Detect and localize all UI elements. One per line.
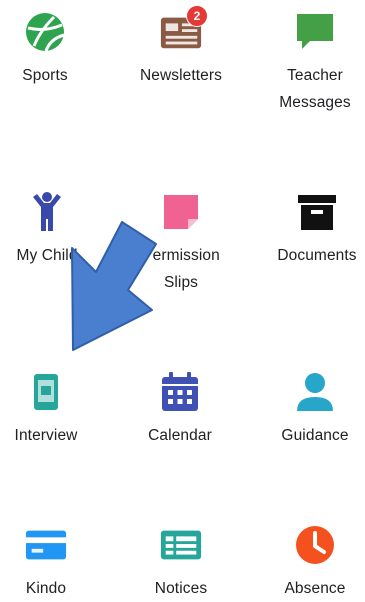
tile-teacher-messages[interactable]: Teacher Messages [254, 10, 365, 116]
tile-permission-slips[interactable]: Permission Slips [120, 190, 242, 296]
notice-board-icon [159, 523, 203, 567]
person-icon [293, 370, 337, 414]
child-icon [25, 190, 69, 234]
tile-label: Permission Slips [142, 247, 220, 291]
tile-label: Calendar [148, 427, 212, 444]
tile-label: Documents [277, 247, 357, 264]
tile-label: Teacher Messages [279, 67, 351, 111]
tile-guidance[interactable]: Guidance [254, 370, 365, 449]
archive-box-icon [295, 190, 339, 234]
sports-ball-icon [23, 10, 67, 54]
calendar-icon [158, 370, 202, 414]
tile-absence[interactable]: Absence [254, 523, 365, 602]
tile-label: Sports [22, 67, 68, 84]
tile-label: Absence [284, 580, 346, 597]
tile-interview[interactable]: Interview [0, 370, 107, 449]
tablet-icon [24, 370, 68, 414]
chat-bubble-icon [293, 10, 337, 54]
tile-calendar[interactable]: Calendar [119, 370, 241, 449]
unread-count-badge: 2 [186, 5, 208, 27]
sticky-note-icon [159, 190, 203, 234]
tile-notices[interactable]: Notices [120, 523, 242, 602]
credit-card-icon [24, 523, 68, 567]
newspaper-icon: 2 [159, 5, 208, 54]
tile-documents[interactable]: Documents [256, 190, 365, 269]
tile-sports[interactable]: Sports [0, 10, 106, 89]
tile-label: Notices [154, 580, 208, 597]
tile-label: Newsletters [139, 67, 223, 84]
tile-label: Guidance [281, 427, 349, 444]
tile-newsletters[interactable]: 2 Newsletters [120, 5, 242, 89]
tile-label: Interview [14, 427, 78, 444]
tile-label: Kindo [25, 580, 67, 597]
tile-my-child[interactable]: My Child [0, 190, 108, 269]
tile-label: My Child [16, 247, 78, 264]
tile-kindo[interactable]: Kindo [0, 523, 107, 602]
clock-icon [293, 523, 337, 567]
